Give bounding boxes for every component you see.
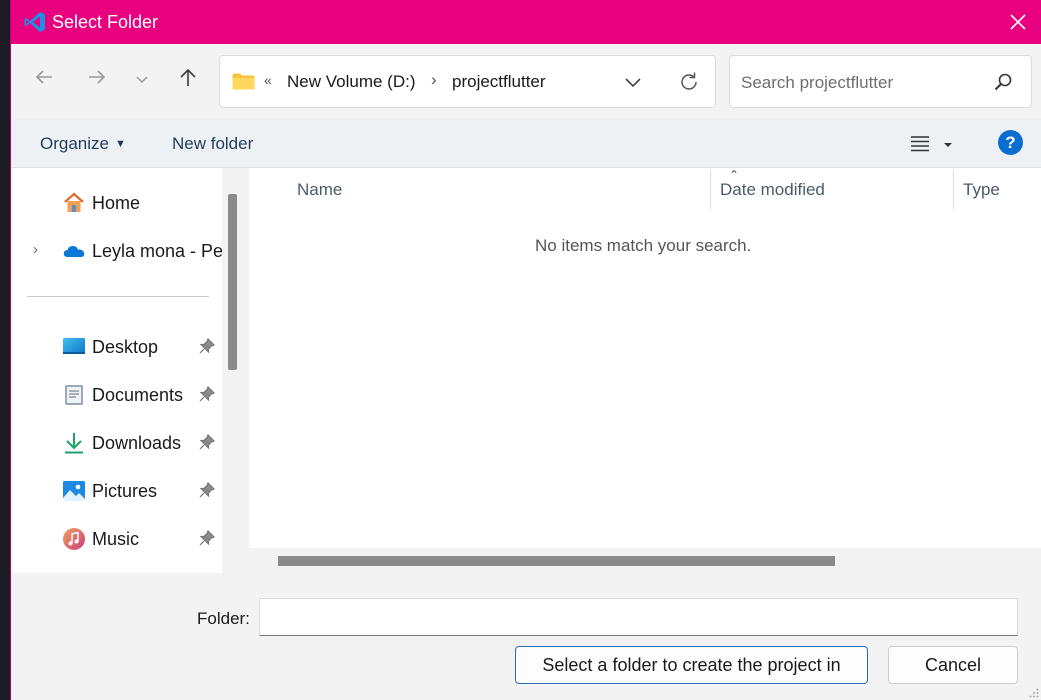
- empty-message: No items match your search.: [535, 236, 752, 255]
- sidebar-item-label: Leyla mona - Pers: [92, 241, 222, 261]
- search-input[interactable]: Search projectflutter: [741, 73, 893, 93]
- chevron-down-icon: [136, 76, 148, 84]
- organize-label: Organize: [40, 134, 109, 153]
- horizontal-scrollbar[interactable]: [251, 548, 1041, 573]
- sidebar-item-label: Music: [92, 529, 140, 549]
- select-folder-dialog: Select Folder « New Volume (D:) › projec…: [10, 0, 1041, 700]
- organize-button[interactable]: Organize ▼: [40, 134, 126, 154]
- close-button[interactable]: [1006, 10, 1030, 34]
- sidebar-scrollbar-thumb[interactable]: [228, 194, 237, 370]
- column-divider[interactable]: [710, 170, 711, 209]
- column-divider[interactable]: [953, 170, 954, 209]
- sidebar-item-documents[interactable]: Documents: [11, 374, 222, 414]
- column-header-type[interactable]: Type: [963, 180, 1000, 200]
- sidebar-item-downloads[interactable]: Downloads: [11, 422, 222, 462]
- folder-icon: [232, 73, 255, 90]
- navigation-pane: Home › Leyla mona - Pers Desktop: [11, 168, 222, 573]
- sidebar-item-label: Pictures: [92, 481, 158, 501]
- music-icon: [63, 528, 85, 550]
- sidebar-item-home[interactable]: Home: [11, 182, 222, 222]
- back-button[interactable]: [30, 66, 58, 94]
- chevron-right-icon[interactable]: ›: [33, 241, 38, 258]
- breadcrumb-projectflutter[interactable]: projectflutter: [452, 72, 546, 92]
- background-edge: [0, 0, 10, 700]
- up-button[interactable]: [174, 66, 202, 94]
- arrow-right-icon: [89, 70, 106, 84]
- refresh-icon[interactable]: [676, 69, 702, 95]
- pin-icon[interactable]: [199, 530, 215, 546]
- folder-label: Folder:: [197, 609, 250, 628]
- file-list: ⌃ Name Date modified Type No items match…: [249, 168, 1041, 548]
- title-bar: Select Folder: [11, 0, 1041, 44]
- arrow-up-icon: [180, 68, 196, 86]
- help-button[interactable]: ?: [998, 130, 1023, 155]
- downloads-icon: [65, 433, 83, 454]
- folder-field[interactable]: [259, 598, 1018, 636]
- documents-icon: [65, 385, 83, 405]
- pin-icon[interactable]: [199, 338, 215, 354]
- search-icon[interactable]: [993, 72, 1013, 92]
- caret-down-icon: ▼: [114, 138, 126, 150]
- onedrive-icon: [63, 245, 85, 257]
- address-bar[interactable]: « New Volume (D:) › projectflutter: [219, 55, 716, 108]
- close-icon: [1010, 14, 1026, 30]
- select-folder-button[interactable]: Select a folder to create the project in: [515, 646, 868, 684]
- pictures-icon: [63, 481, 85, 501]
- new-folder-button[interactable]: New folder: [172, 134, 253, 154]
- caret-down-icon: [944, 143, 952, 147]
- window-title: Select Folder: [52, 12, 159, 32]
- sidebar-item-label: Home: [92, 193, 141, 213]
- breadcrumb-separator[interactable]: ›: [431, 70, 437, 90]
- sidebar-divider: [27, 296, 209, 297]
- breadcrumb-overflow[interactable]: «: [264, 72, 272, 88]
- pin-icon[interactable]: [199, 482, 215, 498]
- home-icon: [64, 192, 84, 212]
- cancel-button[interactable]: Cancel: [888, 646, 1018, 684]
- view-options-button[interactable]: [909, 131, 959, 157]
- sidebar-item-onedrive[interactable]: › Leyla mona - Pers: [11, 230, 222, 270]
- search-box[interactable]: Search projectflutter: [729, 55, 1032, 108]
- breadcrumb-new-volume[interactable]: New Volume (D:): [287, 72, 415, 92]
- recent-locations-button[interactable]: [128, 66, 156, 94]
- pin-icon[interactable]: [199, 386, 215, 402]
- sidebar-item-music[interactable]: Music: [11, 518, 222, 558]
- list-view-icon: [911, 136, 929, 152]
- sidebar-item-desktop[interactable]: Desktop: [11, 326, 222, 366]
- sidebar-item-label: Desktop: [92, 337, 159, 357]
- resize-grip-icon[interactable]: [1029, 688, 1039, 698]
- column-header-name[interactable]: Name: [297, 180, 342, 200]
- desktop-icon: [63, 338, 85, 354]
- command-bar: Organize ▼ New folder ?: [11, 119, 1041, 168]
- address-dropdown-icon[interactable]: [620, 69, 646, 95]
- sidebar-item-label: Documents: [92, 385, 184, 405]
- forward-button[interactable]: [83, 66, 111, 94]
- column-header-date-modified[interactable]: Date modified: [720, 180, 825, 200]
- horizontal-scrollbar-thumb[interactable]: [278, 556, 835, 566]
- navigation-bar: « New Volume (D:) › projectflutter Searc…: [11, 44, 1041, 119]
- vscode-icon: [24, 12, 45, 32]
- arrow-left-icon: [35, 70, 52, 84]
- sidebar-item-label: Downloads: [92, 433, 182, 453]
- pin-icon[interactable]: [199, 434, 215, 450]
- sidebar-item-pictures[interactable]: Pictures: [11, 470, 222, 510]
